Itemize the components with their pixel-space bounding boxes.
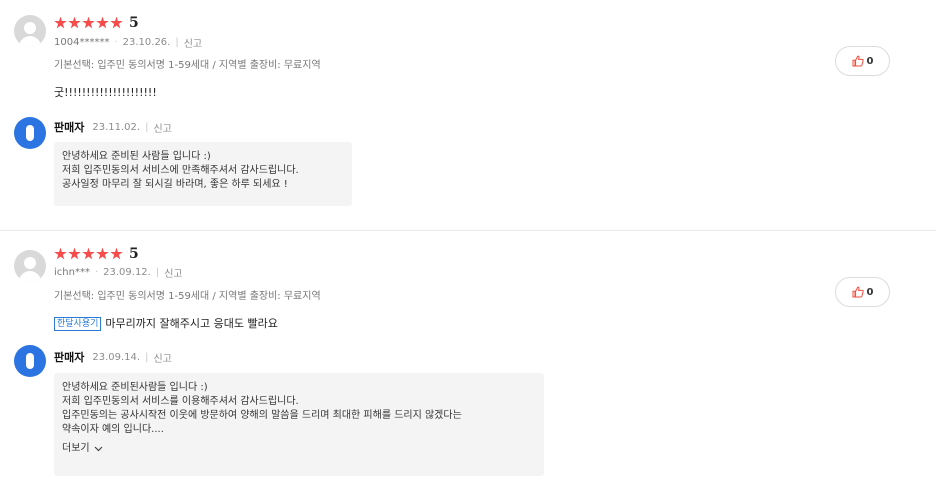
user-avatar-icon: [14, 15, 46, 47]
review-date: 23.10.26.: [122, 36, 171, 48]
separator: |: [145, 351, 149, 363]
purchase-option: 기본선택: 입주민 동의서명 1-59세대 / 지역별 출장비: 무료지역: [54, 291, 321, 302]
reply-line: 저희 입주민동의서 서비스에 만족해주셔서 감사드립니다.: [62, 165, 299, 176]
star-icon: [110, 16, 123, 29]
reply-line: 약속이자 예의 입니다....: [62, 424, 164, 435]
separator: |: [145, 121, 149, 133]
thumbs-up-icon: [852, 286, 864, 298]
review-text-content: 마무리까지 잘해주시고 응대도 빨라요: [105, 317, 278, 330]
star-rating: 5: [54, 245, 139, 263]
chevron-down-icon: [94, 446, 103, 452]
reviewer-id: 1004******: [54, 36, 110, 48]
more-button[interactable]: 더보기: [62, 442, 536, 456]
rating-score: 5: [129, 246, 139, 262]
star-icon: [110, 247, 123, 260]
reply-line: 공사일정 마무리 잘 되시길 바라며, 좋은 하루 되세요 !: [62, 179, 288, 190]
reply-line: 안녕하세요 준비된사람들 입니다 :): [62, 382, 208, 393]
purchase-option: 기본선택: 입주민 동의서명 1-59세대 / 지역별 출장비: 무료지역: [54, 60, 321, 71]
review-item: 5 ichn*** · 23.09.12. | 신고 기본선택: 입주민 동의서…: [0, 231, 936, 493]
star-rating: 5: [54, 14, 139, 32]
review-text-content: 굿!!!!!!!!!!!!!!!!!!!!!: [54, 86, 157, 99]
seller-name: 판매자: [54, 351, 85, 364]
separator: ·: [94, 266, 99, 278]
reply-line: 저희 입주민동의서 서비스를 이용해주셔서 감사드립니다.: [62, 396, 299, 407]
review-tag: 한달사용기: [54, 317, 102, 331]
seller-reply: 안녕하세요 준비된사람들 입니다 :) 저희 입주민동의서 서비스를 이용해주셔…: [54, 373, 544, 476]
review-meta: 1004****** · 23.10.26. | 신고: [54, 35, 202, 50]
star-icon: [82, 16, 95, 29]
separator: ·: [114, 36, 118, 48]
star-icon: [68, 247, 81, 260]
separator: |: [175, 36, 179, 48]
star-icon: [96, 247, 109, 260]
separator: |: [155, 266, 160, 278]
like-button[interactable]: 0: [835, 277, 890, 307]
star-icon: [82, 247, 95, 260]
report-link[interactable]: 신고: [184, 35, 202, 50]
star-icon: [96, 16, 109, 29]
seller-report-link[interactable]: 신고: [153, 350, 171, 365]
seller-reply: 안녕하세요 준비된 사람들 입니다 :) 저희 입주민동의서 서비스에 만족해주…: [54, 142, 352, 206]
rating-score: 5: [129, 15, 139, 31]
seller-reply-date: 23.09.14.: [92, 351, 141, 363]
like-count: 0: [866, 286, 874, 298]
seller-name: 판매자: [54, 121, 85, 134]
seller-meta: 판매자 23.11.02. | 신고: [54, 120, 172, 135]
seller-report-link[interactable]: 신고: [153, 120, 171, 135]
seller-logo-icon: [14, 117, 46, 149]
more-label: 더보기: [62, 443, 90, 454]
seller-logo-icon: [14, 345, 46, 377]
star-icon: [54, 247, 67, 260]
review-item: 5 1004****** · 23.10.26. | 신고 기본선택: 입주민 …: [0, 0, 936, 230]
review-date: 23.09.12.: [103, 266, 151, 278]
star-icon: [68, 16, 81, 29]
star-icon: [54, 16, 67, 29]
reply-line: 입주민동의는 공사시작전 이웃에 방문하여 양해의 말씀을 드리며 최대한 피해…: [62, 410, 462, 421]
reviewer-id: ichn***: [54, 266, 90, 278]
seller-reply-date: 23.11.02.: [92, 121, 141, 133]
review-text: 한달사용기 마무리까지 잘해주시고 응대도 빨라요: [54, 316, 278, 332]
reply-line: 안녕하세요 준비된 사람들 입니다 :): [62, 151, 211, 162]
like-count: 0: [866, 55, 874, 67]
like-button[interactable]: 0: [835, 46, 890, 76]
report-link[interactable]: 신고: [164, 265, 182, 280]
user-avatar-icon: [14, 250, 46, 282]
review-meta: ichn*** · 23.09.12. | 신고: [54, 265, 183, 280]
thumbs-up-icon: [852, 55, 864, 67]
review-text: 굿!!!!!!!!!!!!!!!!!!!!!: [54, 85, 157, 101]
seller-meta: 판매자 23.09.14. | 신고: [54, 350, 172, 365]
